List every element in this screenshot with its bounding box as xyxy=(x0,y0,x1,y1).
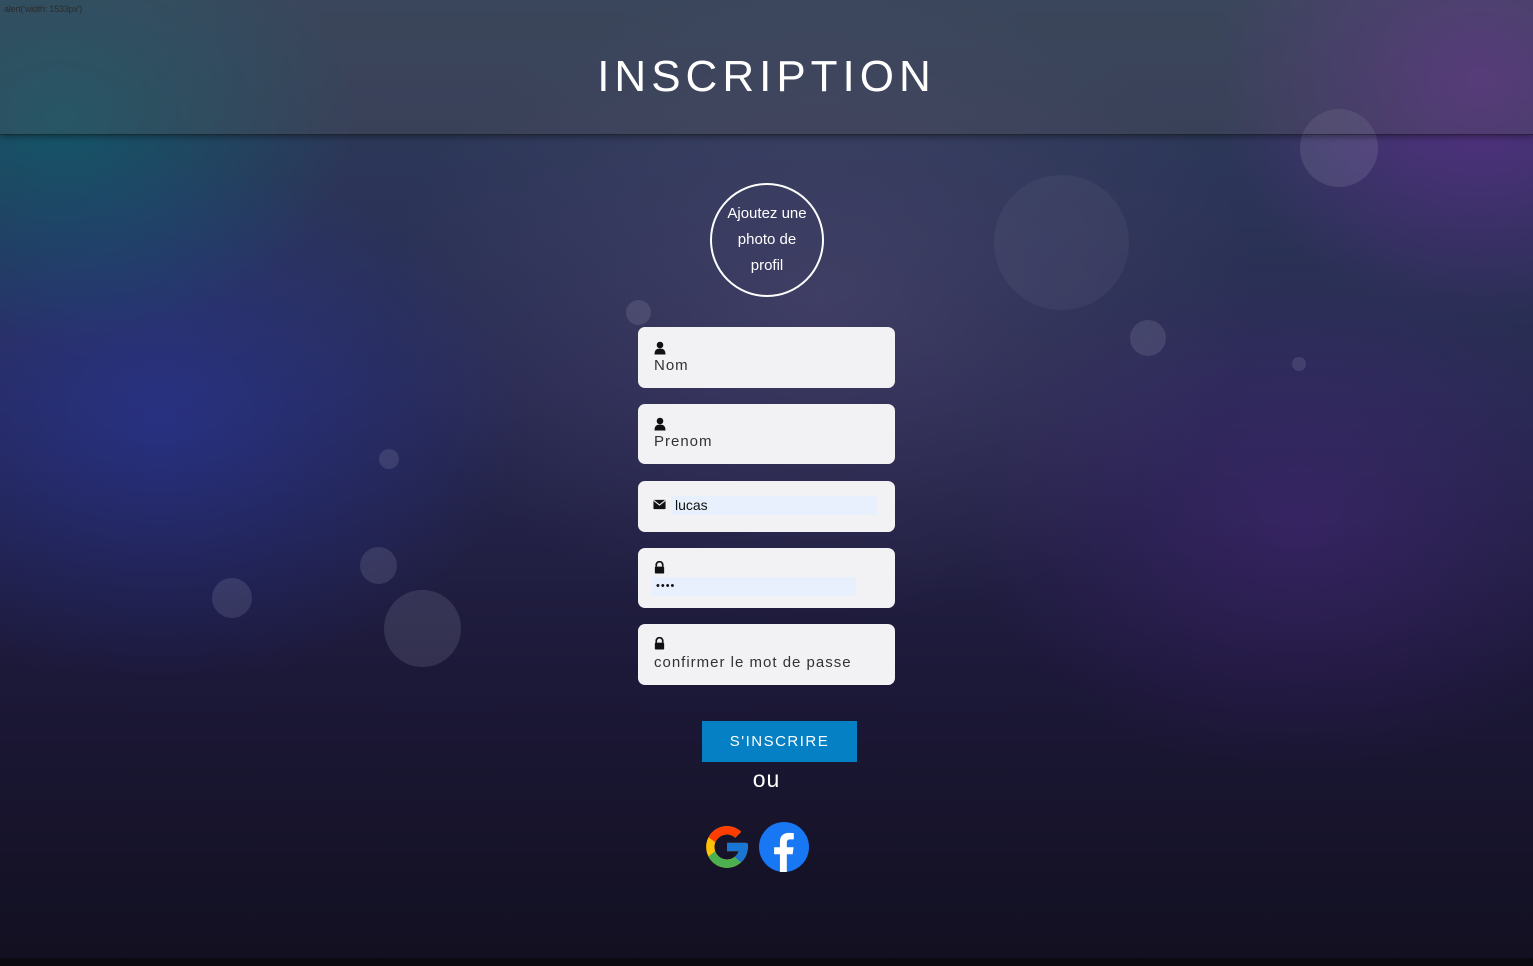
lock-icon xyxy=(654,637,665,650)
bokeh-circle xyxy=(360,547,397,584)
envelope-icon xyxy=(653,499,666,510)
bokeh-circle xyxy=(994,175,1129,310)
google-icon[interactable] xyxy=(702,822,752,872)
bokeh-circle xyxy=(1130,320,1166,356)
prenom-placeholder: Prenom xyxy=(654,433,713,450)
profile-photo-label: Ajoutez une photo de profil xyxy=(727,205,807,274)
email-input[interactable]: lucas xyxy=(671,496,877,515)
user-icon xyxy=(654,417,666,431)
user-icon xyxy=(654,341,666,355)
confirm-password-placeholder: confirmer le mot de passe xyxy=(654,654,852,671)
confirm-password-field[interactable]: confirmer le mot de passe xyxy=(638,624,895,685)
nom-field[interactable]: Nom xyxy=(638,327,895,388)
signup-button[interactable]: S'INSCRIRE xyxy=(702,721,857,762)
bokeh-circle xyxy=(384,590,461,667)
page-title: INSCRIPTION xyxy=(597,52,936,101)
bokeh-circle xyxy=(1292,357,1306,371)
email-field[interactable]: lucas xyxy=(638,481,895,532)
password-input[interactable]: •••• xyxy=(652,577,856,596)
bokeh-circle xyxy=(379,449,399,469)
or-separator: ou xyxy=(752,766,781,792)
lock-icon xyxy=(654,561,665,574)
password-field[interactable]: •••• xyxy=(638,548,895,608)
facebook-icon[interactable] xyxy=(759,822,809,872)
prenom-field[interactable]: Prenom xyxy=(638,404,895,464)
profile-photo-upload[interactable]: Ajoutez une photo de profil xyxy=(710,183,824,297)
bokeh-circle xyxy=(626,300,651,325)
nom-placeholder: Nom xyxy=(654,357,689,374)
bottom-bar xyxy=(0,958,1533,966)
header-bar: INSCRIPTION xyxy=(0,0,1533,135)
bokeh-circle xyxy=(212,578,252,618)
